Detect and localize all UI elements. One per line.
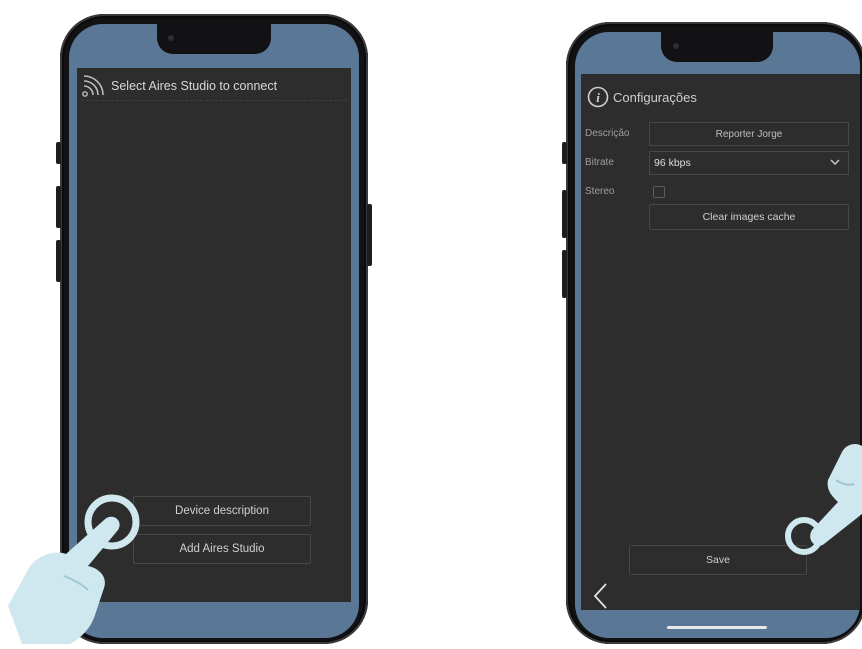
left-phone-power-button	[367, 204, 372, 266]
svg-text:i: i	[596, 90, 600, 105]
left-phone-volume-up	[56, 186, 61, 228]
home-indicator[interactable]	[667, 626, 767, 629]
left-phone-camera	[168, 35, 174, 41]
clear-images-cache-button[interactable]: Clear images cache	[649, 204, 849, 230]
right-phone-side-button	[562, 142, 567, 164]
info-icon: i	[587, 86, 609, 108]
configuracoes-header: i Configurações	[587, 86, 697, 108]
stereo-label: Stereo	[585, 186, 615, 197]
descricao-input[interactable]: Reporter Jorge	[649, 122, 849, 146]
connect-header-text: Select Aires Studio to connect	[111, 79, 278, 93]
left-phone-volume-down	[56, 240, 61, 282]
chevron-left-icon[interactable]	[591, 582, 613, 610]
bitrate-label: Bitrate	[585, 157, 614, 168]
connect-header: Select Aires Studio to connect	[81, 72, 347, 101]
tap-gesture-hand-left	[0, 480, 150, 644]
tap-gesture-hand-right	[782, 440, 862, 564]
wifi-signal-icon	[81, 74, 107, 98]
stereo-checkbox[interactable]	[653, 186, 665, 198]
save-button[interactable]: Save	[629, 545, 807, 575]
bitrate-select[interactable]: 96 kbps	[649, 151, 849, 175]
right-phone-camera	[673, 43, 679, 49]
left-phone-notch	[157, 24, 271, 54]
right-phone-volume-up	[562, 190, 567, 238]
right-phone-volume-down	[562, 250, 567, 298]
bitrate-selected-value: 96 kbps	[654, 157, 691, 169]
chevron-down-icon	[830, 158, 840, 169]
add-aires-studio-button[interactable]: Add Aires Studio	[133, 534, 311, 564]
descricao-label: Descrição	[585, 128, 630, 139]
device-description-button[interactable]: Device description	[133, 496, 311, 526]
left-phone-side-button	[56, 142, 61, 164]
configuracoes-title: Configurações	[613, 89, 697, 105]
right-phone-notch	[661, 32, 773, 62]
